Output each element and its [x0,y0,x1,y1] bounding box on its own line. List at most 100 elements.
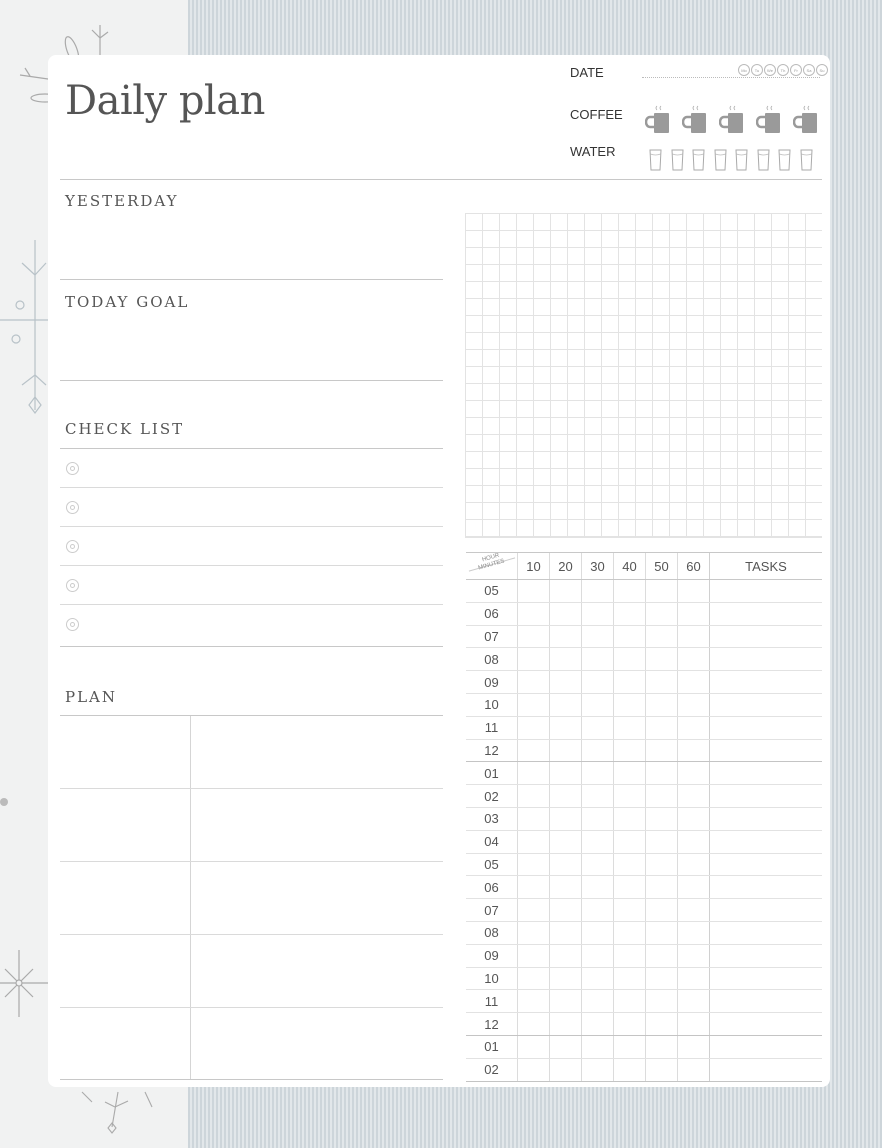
time-slot-cell[interactable] [549,716,582,740]
time-slot-cell[interactable] [581,1058,614,1082]
plan-time-field[interactable] [60,789,190,861]
task-cell[interactable] [709,898,822,922]
time-slot-cell[interactable] [645,784,678,808]
weekday-su[interactable]: Su [816,64,828,76]
time-slot-cell[interactable] [677,807,710,831]
time-slot-cell[interactable] [581,761,614,786]
weekday-we[interactable]: We [764,64,776,76]
time-slot-cell[interactable] [549,1012,582,1036]
time-slot-cell[interactable] [677,693,710,717]
checkbox[interactable] [66,501,79,514]
water-glass-icon[interactable] [713,149,727,171]
time-slot-cell[interactable] [613,1058,646,1082]
task-cell[interactable] [709,1035,822,1059]
time-slot-cell[interactable] [549,670,582,694]
time-slot-cell[interactable] [517,944,550,968]
time-slot-cell[interactable] [645,967,678,991]
time-slot-cell[interactable] [517,625,550,649]
time-slot-cell[interactable] [517,830,550,854]
time-slot-cell[interactable] [549,944,582,968]
time-slot-cell[interactable] [613,830,646,854]
time-slot-cell[interactable] [581,693,614,717]
notes-grid[interactable] [465,213,822,538]
time-slot-cell[interactable] [517,670,550,694]
task-cell[interactable] [709,1058,822,1082]
plan-time-field[interactable] [60,716,190,788]
time-slot-cell[interactable] [677,716,710,740]
today-goal-area[interactable] [60,313,443,379]
time-slot-cell[interactable] [549,898,582,922]
time-slot-cell[interactable] [645,898,678,922]
weekday-fr[interactable]: Fr [790,64,802,76]
time-slot-cell[interactable] [645,807,678,831]
time-slot-cell[interactable] [517,921,550,945]
time-slot-cell[interactable] [549,693,582,717]
time-slot-cell[interactable] [581,989,614,1014]
time-slot-cell[interactable] [581,1012,614,1036]
time-slot-cell[interactable] [581,579,614,603]
time-slot-cell[interactable] [581,921,614,945]
time-slot-cell[interactable] [549,761,582,786]
time-slot-cell[interactable] [549,579,582,603]
time-slot-cell[interactable] [613,784,646,808]
time-slot-cell[interactable] [613,602,646,626]
yesterday-area[interactable] [60,212,443,278]
task-cell[interactable] [709,716,822,740]
time-slot-cell[interactable] [581,784,614,808]
time-slot-cell[interactable] [645,739,678,763]
time-slot-cell[interactable] [645,1035,678,1059]
coffee-cup-icon[interactable] [645,104,671,134]
time-slot-cell[interactable] [645,716,678,740]
time-slot-cell[interactable] [645,1012,678,1036]
time-slot-cell[interactable] [645,989,678,1014]
time-slot-cell[interactable] [613,647,646,672]
water-glass-icon[interactable] [649,149,662,171]
coffee-cup-icon[interactable] [793,104,819,134]
date-field[interactable] [642,77,820,78]
plan-time-field[interactable] [60,1008,190,1080]
plan-entry-field[interactable] [191,716,443,788]
time-slot-cell[interactable] [677,853,710,877]
task-cell[interactable] [709,967,822,991]
time-slot-cell[interactable] [677,602,710,626]
time-slot-cell[interactable] [645,602,678,626]
time-slot-cell[interactable] [517,739,550,763]
time-slot-cell[interactable] [645,944,678,968]
task-cell[interactable] [709,761,822,786]
time-slot-cell[interactable] [645,670,678,694]
time-slot-cell[interactable] [549,647,582,672]
water-glass-icon[interactable] [756,149,770,171]
plan-entry-field[interactable] [191,789,443,861]
time-slot-cell[interactable] [517,1035,550,1059]
time-slot-cell[interactable] [517,1058,550,1082]
time-slot-cell[interactable] [517,875,550,900]
time-slot-cell[interactable] [613,921,646,945]
weekday-sa[interactable]: Sa [803,64,815,76]
time-slot-cell[interactable] [677,670,710,694]
time-slot-cell[interactable] [645,853,678,877]
time-slot-cell[interactable] [581,830,614,854]
water-glass-icon[interactable] [799,149,813,171]
water-glass-icon[interactable] [670,149,684,171]
time-slot-cell[interactable] [581,739,614,763]
time-slot-cell[interactable] [613,807,646,831]
time-slot-cell[interactable] [581,625,614,649]
time-slot-cell[interactable] [517,693,550,717]
time-slot-cell[interactable] [677,921,710,945]
water-glass-icon[interactable] [778,149,791,171]
checklist-item-field[interactable] [88,527,443,564]
task-cell[interactable] [709,830,822,854]
time-slot-cell[interactable] [677,579,710,603]
time-slot-cell[interactable] [677,1012,710,1036]
checklist-item-field[interactable] [88,566,443,603]
time-slot-cell[interactable] [517,761,550,786]
time-slot-cell[interactable] [549,625,582,649]
task-cell[interactable] [709,875,822,900]
time-slot-cell[interactable] [613,693,646,717]
time-slot-cell[interactable] [677,898,710,922]
plan-entry-field[interactable] [191,862,443,934]
time-slot-cell[interactable] [549,875,582,900]
time-slot-cell[interactable] [549,807,582,831]
water-glass-icon[interactable] [692,149,705,171]
time-slot-cell[interactable] [549,739,582,763]
